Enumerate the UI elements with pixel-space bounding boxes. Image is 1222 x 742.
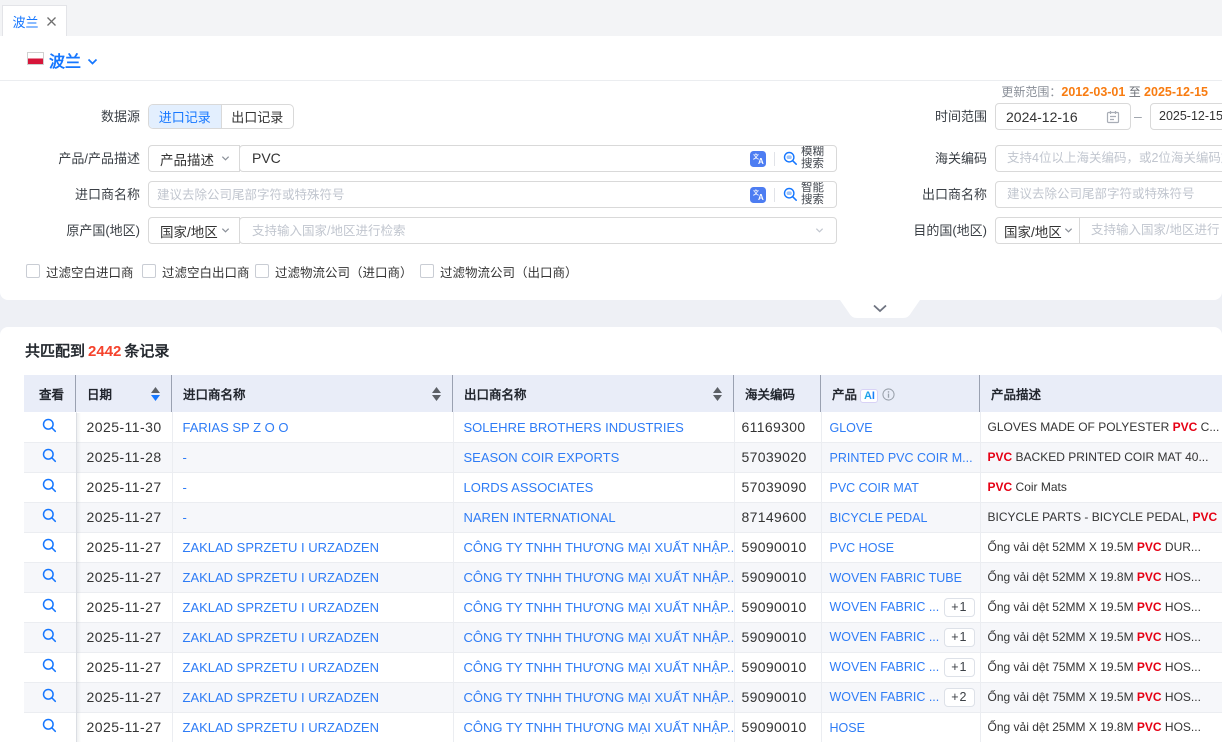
svg-text:A: A xyxy=(758,157,764,166)
svg-text:A: A xyxy=(758,193,764,202)
